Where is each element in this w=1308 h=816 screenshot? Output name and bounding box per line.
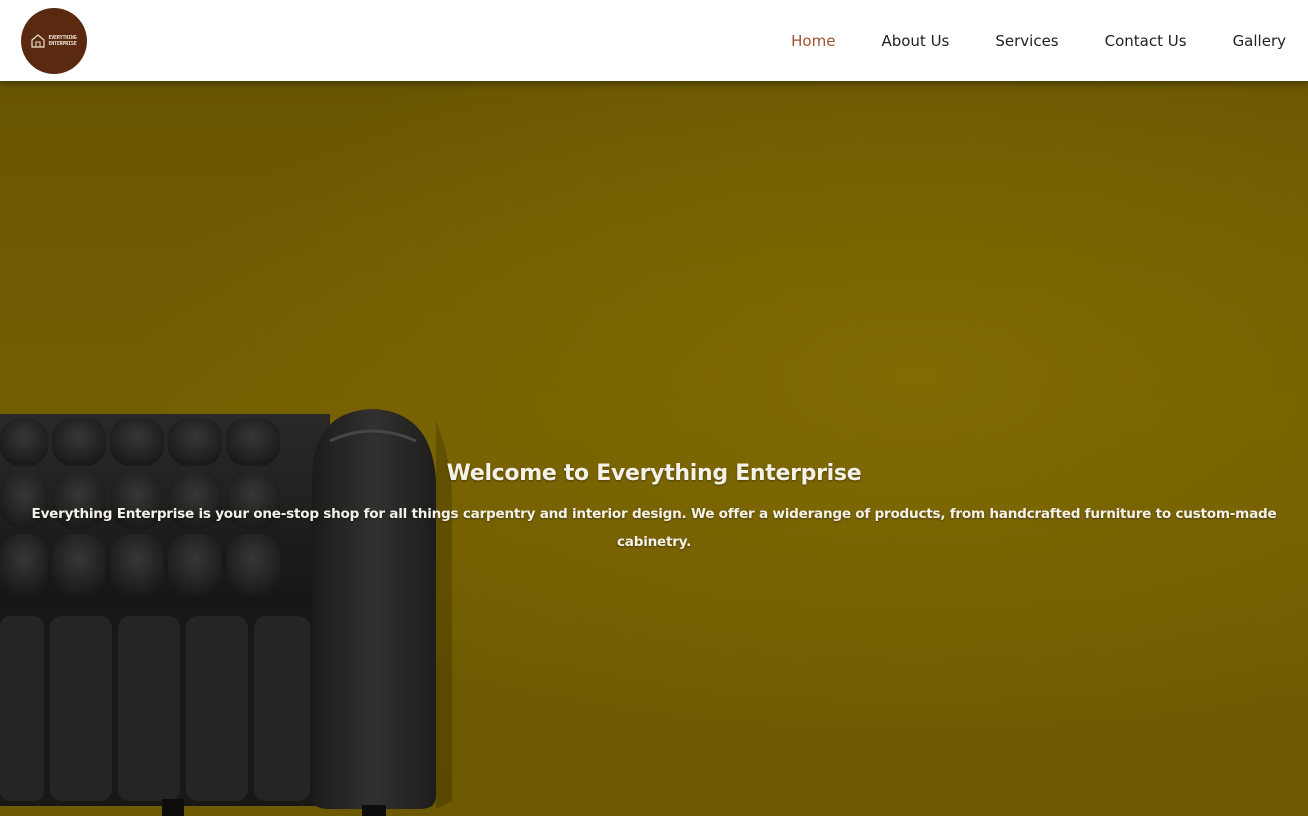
- hero-title: Welcome to Everything Enterprise: [446, 460, 862, 486]
- logo-line-2: ENTERPRISE: [48, 41, 77, 47]
- nav-about-link[interactable]: About Us: [881, 32, 949, 50]
- main-nav: Home About Us Services Contact Us Galler…: [745, 0, 1308, 81]
- nav-home-link[interactable]: Home: [791, 32, 835, 50]
- logo-wordmark: EVERYTHING ENTERPRISE: [48, 35, 76, 47]
- brand-logo[interactable]: EVERYTHING ENTERPRISE: [21, 8, 87, 74]
- nav-services-link[interactable]: Services: [995, 32, 1058, 50]
- navbar: EVERYTHING ENTERPRISE Home About Us Serv…: [0, 0, 1308, 81]
- hero-description: Everything Enterprise is your one-stop s…: [31, 505, 1277, 550]
- house-icon: [31, 34, 46, 48]
- nav-gallery-link[interactable]: Gallery: [1233, 32, 1286, 50]
- hero-section: Welcome to Everything Enterprise Everyth…: [0, 81, 1308, 816]
- hero-overlay: [0, 81, 1308, 816]
- nav-contact-link[interactable]: Contact Us: [1105, 32, 1187, 50]
